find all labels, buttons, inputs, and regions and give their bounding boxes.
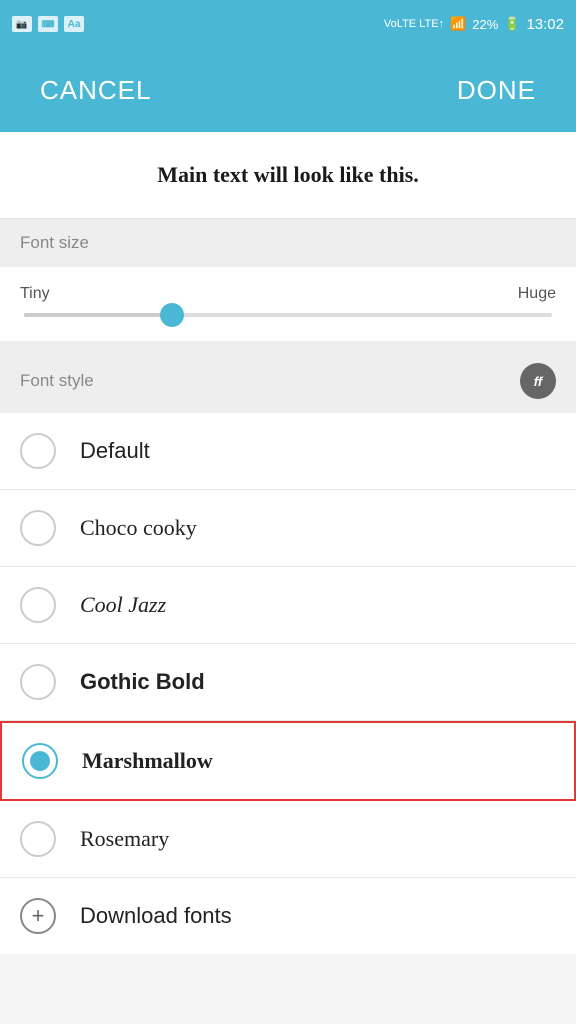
slider-track[interactable] [24,313,552,317]
font-item-rosemary[interactable]: Rosemary [0,801,576,878]
done-button[interactable]: DONE [441,67,552,114]
slider-fill [24,313,172,317]
radio-marshmallow-inner [30,751,50,771]
font-size-label: Font size [20,233,89,253]
time: 13:02 [526,16,564,33]
radio-cool-jazz[interactable] [20,587,56,623]
font-item-default[interactable]: Default [0,413,576,490]
download-fonts-item[interactable]: + Download fonts [0,878,576,954]
huge-label: Huge [518,285,556,303]
tiny-label: Tiny [20,285,50,303]
slider-labels: Tiny Huge [20,285,556,303]
status-bar: 📷 ⌨ Aa VoLTE LTE↑ 📶 22% 🔋 13:02 [0,0,576,48]
font-style-label: Font style [20,371,94,391]
battery-percent: 22% [472,17,498,32]
screen-icon: 📷 [12,16,32,32]
font-name-cool-jazz: Cool Jazz [80,592,166,618]
ff-badge: ff [520,363,556,399]
download-fonts-label: Download fonts [80,903,232,929]
preview-text: Main text will look like this. [24,162,552,188]
font-item-choco-cooky[interactable]: Choco cooky [0,490,576,567]
status-bar-right: VoLTE LTE↑ 📶 22% 🔋 13:02 [384,16,564,33]
font-name-rosemary: Rosemary [80,826,169,852]
battery-icon: 🔋 [504,16,520,32]
cancel-button[interactable]: CANCEL [24,67,167,114]
font-name-choco-cooky: Choco cooky [80,515,197,541]
radio-choco-cooky[interactable] [20,510,56,546]
action-bar: CANCEL DONE [0,48,576,132]
slider-thumb[interactable] [160,303,184,327]
font-name-gothic-bold: Gothic Bold [80,669,205,695]
font-icon: Aa [64,16,84,32]
plus-icon: + [20,898,56,934]
preview-section: Main text will look like this. [0,132,576,219]
font-name-default: Default [80,438,150,464]
font-item-marshmallow[interactable]: Marshmallow [0,721,576,801]
wifi-icon: 📶 [450,16,466,32]
font-list: Default Choco cooky Cool Jazz Gothic Bol… [0,413,576,954]
radio-rosemary[interactable] [20,821,56,857]
signal-lte: VoLTE LTE↑ [384,18,444,30]
font-item-cool-jazz[interactable]: Cool Jazz [0,567,576,644]
font-name-marshmallow: Marshmallow [82,748,213,774]
status-bar-left: 📷 ⌨ Aa [12,16,84,32]
font-style-header: Font style ff [0,349,576,413]
font-size-header: Font size [0,219,576,267]
keyboard-icon: ⌨ [38,16,58,32]
font-item-gothic-bold[interactable]: Gothic Bold [0,644,576,721]
radio-marshmallow[interactable] [22,743,58,779]
radio-gothic-bold[interactable] [20,664,56,700]
slider-section: Tiny Huge [0,267,576,349]
radio-default[interactable] [20,433,56,469]
